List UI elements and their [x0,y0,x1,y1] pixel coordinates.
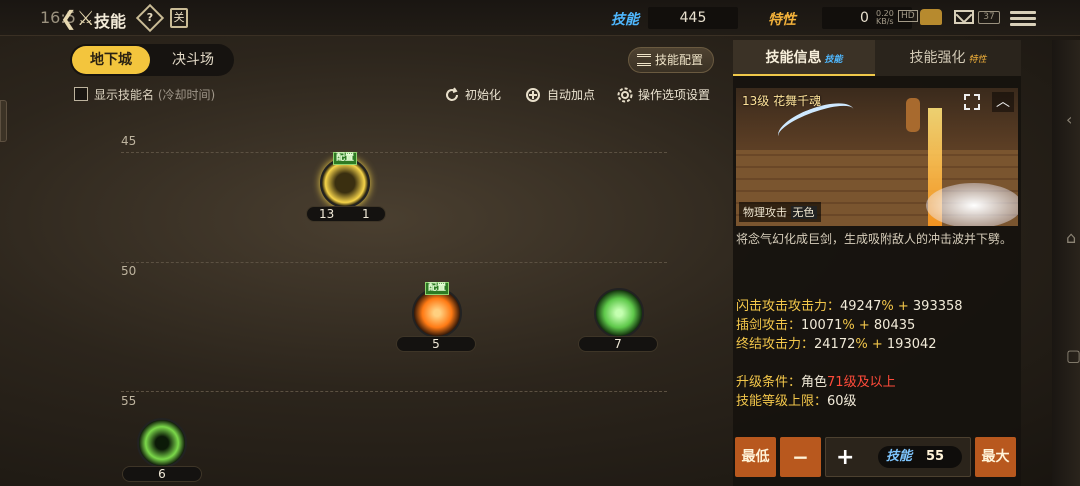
tab-arena[interactable]: 决斗场 [154,46,232,74]
flower-skill-icon [412,288,462,338]
skill-level-pill: 7 [578,336,658,352]
upgrade-condition: 升级条件：角色71级及以上 [736,375,896,390]
gear-icon [616,87,634,103]
max-level-button[interactable]: 最大 [975,437,1016,477]
level-label: 55 [121,394,137,408]
options-button[interactable]: 操作选项设置 [616,86,710,103]
auto-plus-icon [525,87,543,103]
skill-level-pill: 6 [122,466,202,482]
level-divider [121,262,667,263]
book-icon[interactable]: 关 [170,8,188,28]
stat-row: 终结攻击力：24172% + 193042 [736,337,937,352]
skill-info-panel: 技能信息 技能 技能强化 特性 13级 花舞千魂 ︿ 物理攻击 无色 将念气幻化成巨… [733,40,1021,486]
level-stepper: + 技能 55 [825,437,971,477]
show-skill-names-checkbox[interactable] [74,87,88,101]
level-label: 45 [121,134,137,148]
mail-icon[interactable] [954,10,974,24]
skill-config-button[interactable]: 技能配置 [628,47,714,73]
upgrade-conditions: 升级条件：角色71级及以上 技能等级上限：60级 [736,373,896,411]
refresh-icon [443,87,461,103]
hd-icon: HD [898,10,918,22]
spirit-skill-icon [594,288,644,338]
level-divider [121,152,667,153]
reset-button[interactable]: 初始化 [443,86,501,103]
skill-points-value: 445 [648,7,738,29]
level-divider [121,391,667,392]
character-sprite [906,98,920,132]
page-title: 技能 [94,12,127,31]
increase-button[interactable]: + [836,438,854,478]
skill-tags: 物理攻击 无色 [739,202,821,222]
skill-level-pill: 13 1 [306,206,386,222]
auto-add-button[interactable]: 自动加点 [525,86,595,103]
help-icon[interactable]: ? [135,3,165,33]
equipped-badge: 配置 [333,152,357,165]
tab-skill-info[interactable]: 技能信息 技能 [733,40,875,76]
back-arrow-icon[interactable]: ❮⚔ [60,6,95,30]
fullscreen-icon[interactable] [964,94,980,110]
system-nav-strip [1052,40,1080,486]
skill-stats: 闪击攻击攻击力：49247% + 393358 插剑攻击：10071% + 80… [736,297,963,354]
top-bar: 16:5 ❮⚔ 技能 ? 关 技能 445 特性 0 0.20 KB/s HD 3… [0,0,1080,36]
nav-home-icon[interactable]: ⌂ [1066,228,1076,247]
menu-icon[interactable] [1010,8,1036,28]
side-drawer-handle[interactable] [0,100,7,142]
net-speed: 0.20 KB/s [876,9,894,26]
show-skill-names-label: 显示技能名 (冷却时间) [94,88,216,102]
skill-grid-icon [637,54,651,66]
skill-level-pill: 5 [396,336,476,352]
nav-recent-icon[interactable]: ▢ [1066,346,1080,365]
preview-skill-title: 13级 花舞千魂 [742,94,822,108]
skill-points-remaining: 技能 55 [878,446,962,468]
skill-points-label: 技能 [611,12,639,28]
skill-preview-video[interactable]: 13级 花舞千魂 ︿ 物理攻击 无色 [736,88,1018,226]
tab-dungeon[interactable]: 地下城 [72,46,150,74]
tab-skill-enhance[interactable]: 技能强化 特性 [875,40,1021,76]
decrease-button[interactable]: − [780,437,821,477]
ring-skill-icon [137,418,187,468]
battery-indicator: 37 [978,11,1000,24]
sword-skill-icon [320,158,370,208]
skill-description: 将念气幻化成巨剑，生成吸附敌人的冲击波并下劈。 [736,232,1013,246]
nav-back-icon[interactable]: ‹ [1066,110,1072,129]
trait-label: 特性 [768,12,796,28]
impact-glow [926,183,1018,226]
equipped-badge: 配置 [425,282,449,295]
chevron-up-icon[interactable]: ︿ [992,92,1014,112]
mode-tabs: 地下城 决斗场 [70,44,234,76]
treasure-chest-icon[interactable] [920,9,942,25]
max-level: 技能等级上限：60级 [736,394,857,409]
level-label: 50 [121,264,137,278]
min-level-button[interactable]: 最低 [735,437,776,477]
stat-row: 插剑攻击：10071% + 80435 [736,318,916,333]
stat-row: 闪击攻击攻击力：49247% + 393358 [736,299,963,314]
